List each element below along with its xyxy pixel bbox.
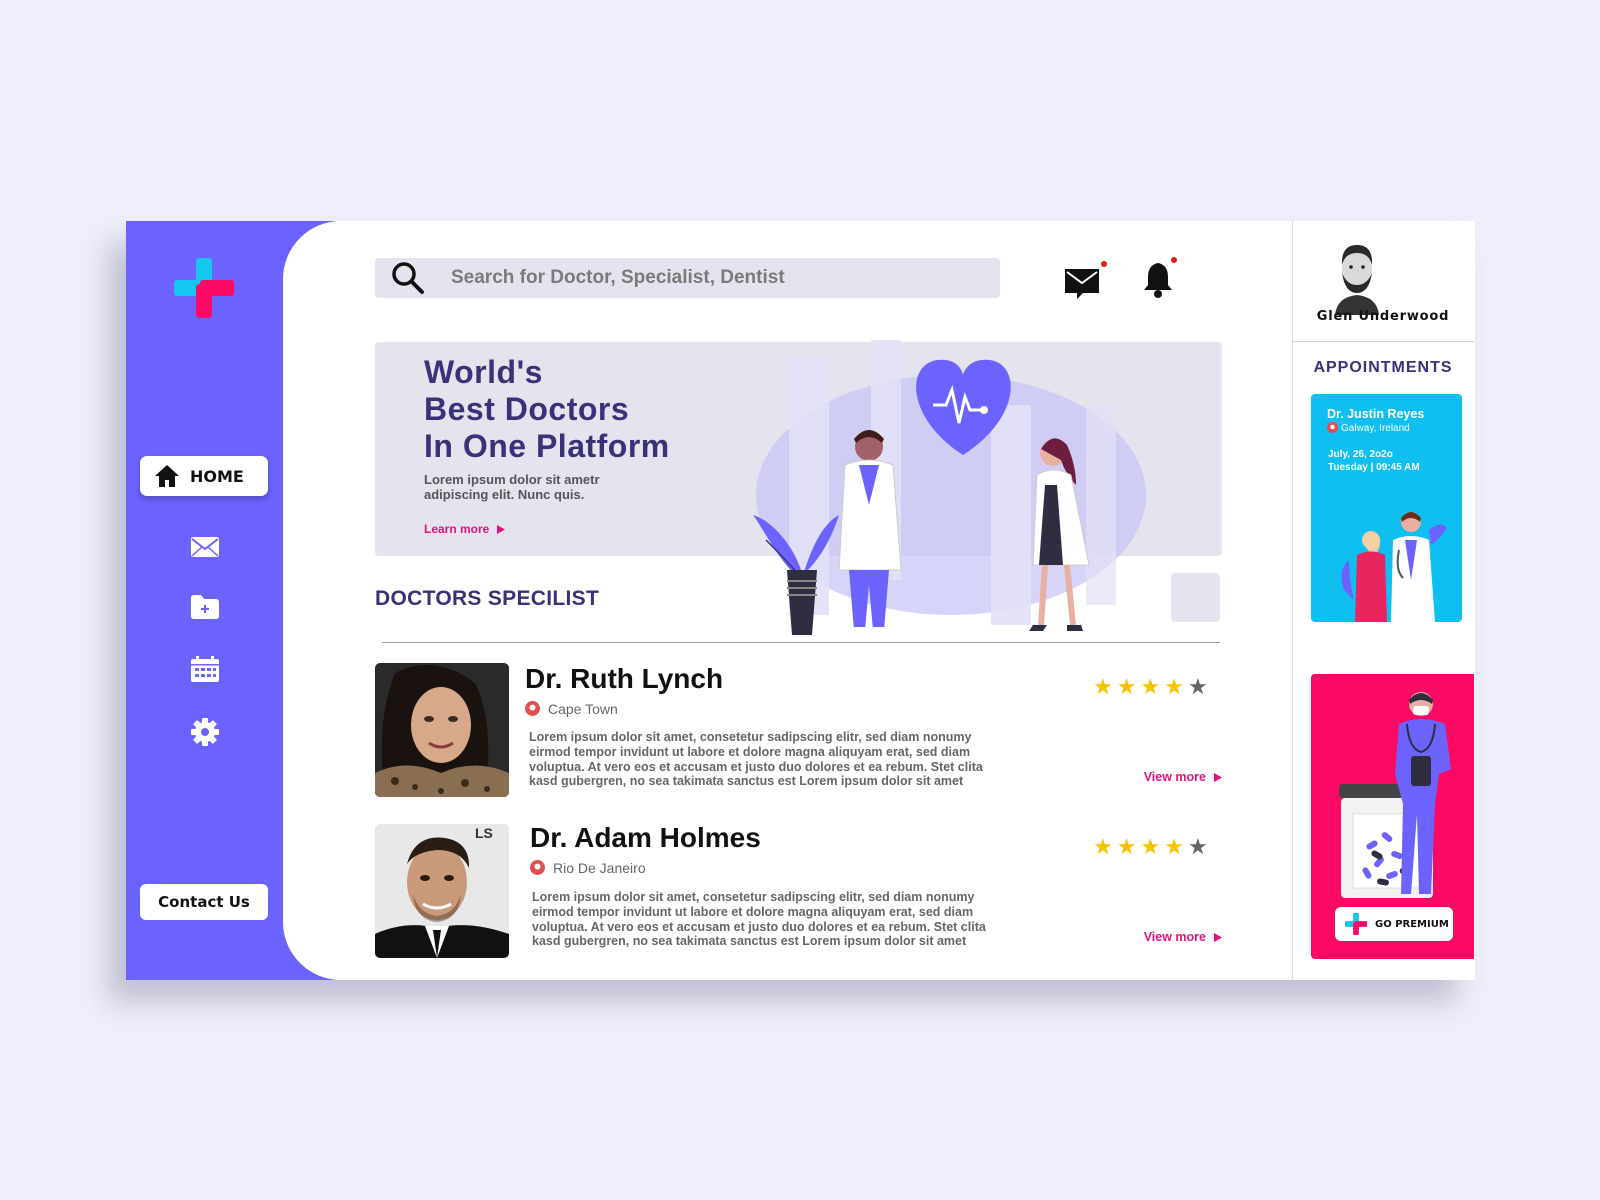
add-folder-icon — [191, 595, 219, 619]
sidebar-item-records[interactable] — [190, 592, 220, 622]
mail-icon — [191, 537, 219, 557]
doctor-photo-image — [375, 663, 509, 797]
star-icon: ★ — [1140, 835, 1161, 860]
go-premium-button[interactable]: GO PREMIUM — [1335, 907, 1453, 941]
doctor-card: Dr. Ruth Lynch Cape Town Lorem ipsum dol… — [375, 663, 1222, 799]
learn-more-label: Learn more — [424, 522, 490, 536]
rating-stars: ★ ★ ★ ★ ★ — [1093, 837, 1208, 859]
search-input[interactable] — [449, 266, 973, 290]
svg-text:LS: LS — [475, 825, 493, 841]
appointment-date: July, 26, 2o2o — [1328, 449, 1393, 460]
view-more-link[interactable]: View more — [1144, 770, 1222, 784]
appointments-title: APPOINTMENTS — [1313, 359, 1453, 376]
user-name[interactable]: Glen Underwood — [1292, 309, 1474, 324]
sidebar-item-home[interactable]: HOME — [140, 456, 268, 496]
doctors-illustration — [753, 340, 1146, 635]
app-window: HOME Contact Us Search for Doctor, Speci… — [126, 221, 1475, 980]
play-arrow-icon — [1214, 772, 1222, 782]
bell-icon[interactable] — [1142, 257, 1178, 299]
location-pin-icon — [530, 860, 545, 875]
doctor-location-text: Rio De Janeiro — [553, 860, 646, 876]
learn-more-link[interactable]: Learn more — [424, 522, 506, 536]
doctor-patient-illustration — [1341, 512, 1447, 622]
contact-us-button[interactable]: Contact Us — [140, 884, 268, 920]
divider — [1293, 341, 1474, 342]
user-avatar[interactable] — [1317, 235, 1397, 315]
play-arrow-icon — [497, 524, 506, 534]
view-more-label: View more — [1143, 930, 1206, 944]
doctor-photo — [375, 663, 509, 797]
star-icon: ★ — [1164, 675, 1184, 700]
doctor-location: Cape Town — [525, 701, 618, 717]
banner-title-line: World's — [424, 354, 543, 390]
medical-cross-logo — [174, 258, 234, 318]
doctor-name[interactable]: Dr. Ruth Lynch — [525, 663, 723, 695]
sidebar-item-label: HOME — [190, 466, 244, 486]
star-icon: ★ — [1093, 835, 1113, 860]
gear-icon — [191, 718, 219, 746]
doctor-location-text: Cape Town — [548, 701, 618, 717]
appointment-time: Tuesday | 09:45 AM — [1328, 462, 1420, 473]
star-icon: ★ — [1187, 675, 1208, 700]
doctor-description: Lorem ipsum dolor sit amet, consetetur s… — [532, 890, 986, 949]
banner-title-line: Best Doctors — [424, 391, 630, 427]
notification-dot — [1101, 261, 1107, 267]
search-icon[interactable] — [391, 261, 425, 295]
medical-cross-logo — [1345, 913, 1367, 935]
doctor-photo-image: LS — [375, 824, 509, 958]
star-icon: ★ — [1140, 675, 1161, 700]
star-icon: ★ — [1093, 675, 1113, 700]
star-icon: ★ — [1187, 835, 1208, 860]
doctor-description: Lorem ipsum dolor sit amet, consetetur s… — [529, 730, 983, 789]
doctor-card: LS Dr. Adam Holmes Rio De Janeiro Lorem … — [375, 822, 1222, 960]
search-bar[interactable] — [375, 258, 1000, 298]
section-title: DOCTORS SPECILIST — [375, 587, 600, 610]
banner-subtitle: Lorem ipsum dolor sit ametr adipiscing e… — [424, 472, 600, 502]
appointment-card[interactable]: Dr. Justin Reyes Galway, Ireland July, 2… — [1311, 394, 1462, 622]
rating-stars: ★ ★ ★ ★ ★ — [1093, 677, 1208, 699]
sidebar-item-calendar[interactable] — [190, 654, 220, 684]
location-pin-icon — [525, 701, 540, 716]
inbox-icon[interactable] — [1063, 261, 1107, 301]
play-arrow-icon — [1214, 932, 1222, 942]
sidebar-item-messages[interactable] — [190, 532, 220, 562]
premium-promo-card[interactable]: GO PREMIUM — [1311, 674, 1474, 959]
banner-title-line: In One Platform — [424, 428, 670, 464]
view-more-label: View more — [1143, 770, 1206, 784]
divider — [382, 642, 1220, 643]
doctor-location: Rio De Janeiro — [530, 860, 646, 876]
view-more-link[interactable]: View more — [1144, 930, 1222, 944]
star-icon: ★ — [1116, 835, 1137, 860]
doctor-name[interactable]: Dr. Adam Holmes — [530, 822, 761, 854]
appointment-location: Galway, Ireland — [1327, 422, 1410, 434]
appointment-location-text: Galway, Ireland — [1341, 422, 1410, 434]
filter-placeholder-box[interactable] — [1171, 573, 1220, 622]
calendar-icon — [191, 656, 219, 682]
banner-title: World's Best Doctors In One Platform — [424, 354, 724, 465]
nurse-illustration — [1339, 692, 1451, 898]
home-icon — [155, 465, 179, 487]
appointment-doctor: Dr. Justin Reyes — [1327, 407, 1425, 421]
star-icon: ★ — [1116, 675, 1137, 700]
go-premium-label: GO PREMIUM — [1375, 918, 1449, 930]
sidebar-item-settings[interactable] — [190, 717, 220, 747]
location-pin-icon — [1327, 422, 1338, 433]
star-icon: ★ — [1164, 835, 1184, 860]
doctor-photo: LS — [375, 824, 509, 958]
notification-dot — [1171, 257, 1177, 263]
